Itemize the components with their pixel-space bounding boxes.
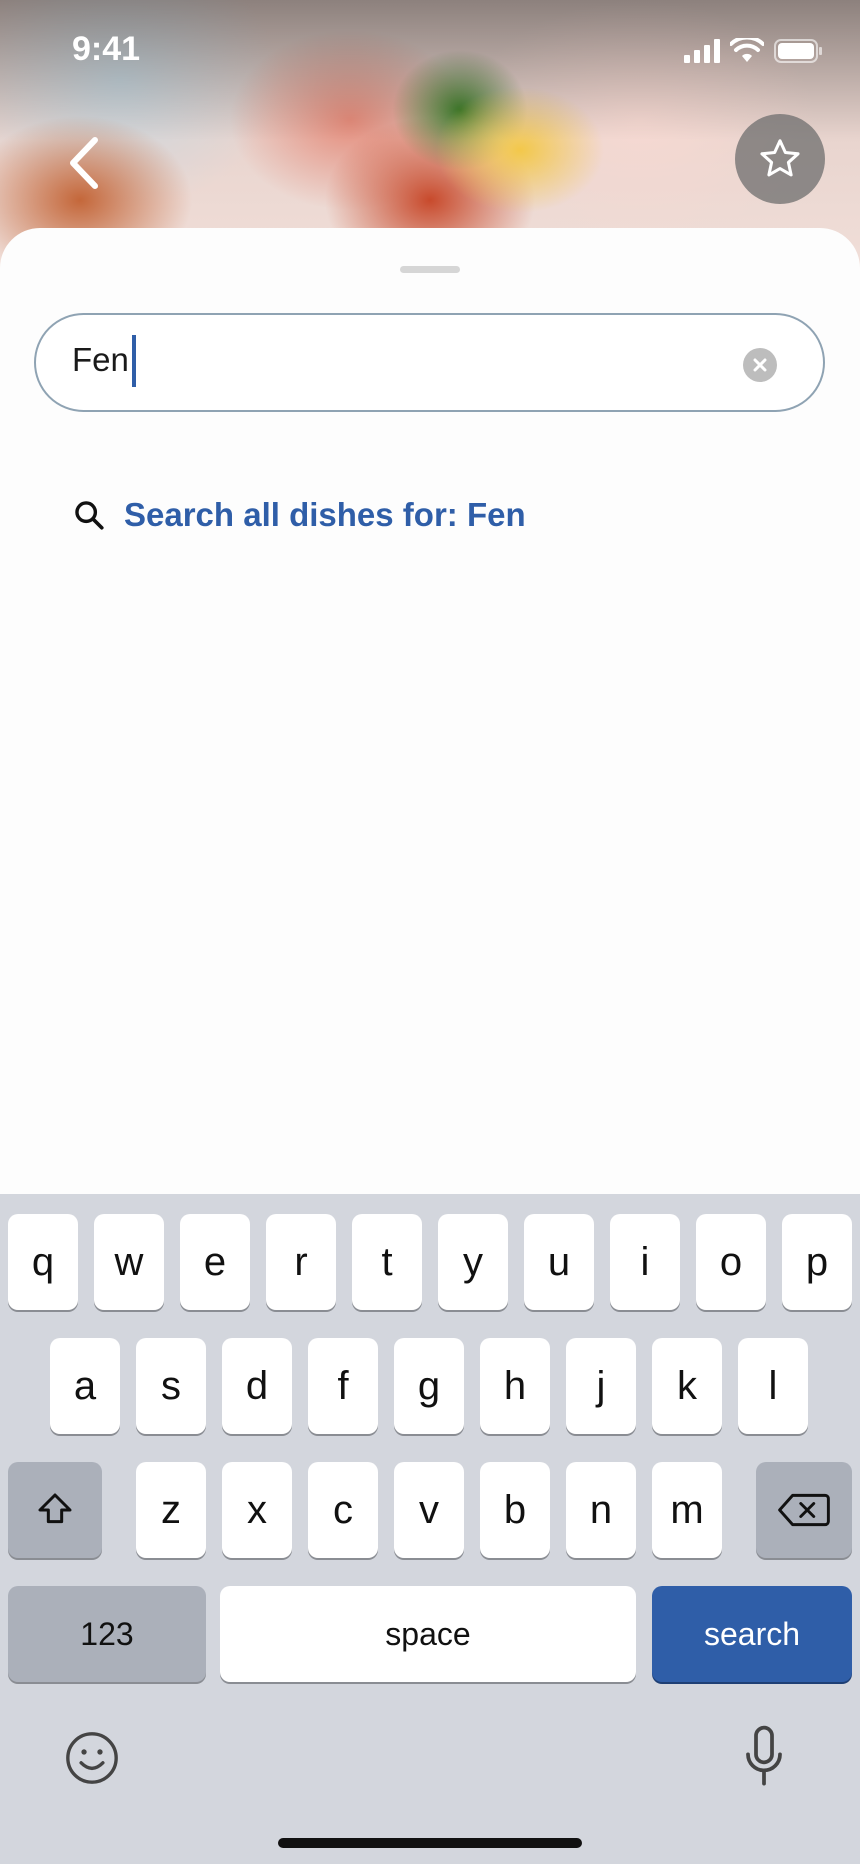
key-c[interactable]: c	[308, 1462, 378, 1558]
microphone-icon	[746, 1725, 782, 1786]
back-button[interactable]	[56, 128, 112, 198]
key-b[interactable]: b	[480, 1462, 550, 1558]
key-q[interactable]: q	[8, 1214, 78, 1310]
chevron-left-icon	[70, 137, 98, 189]
key-d[interactable]: d	[222, 1338, 292, 1434]
key-z[interactable]: z	[136, 1462, 206, 1558]
key-g[interactable]: g	[394, 1338, 464, 1434]
shift-key[interactable]	[8, 1462, 102, 1558]
suggestion-label: Search all dishes for: Fen	[124, 496, 526, 533]
numbers-key[interactable]: 123	[8, 1586, 206, 1682]
delete-key[interactable]	[756, 1462, 852, 1558]
space-key[interactable]: space	[220, 1586, 636, 1682]
status-time: 9:41	[72, 30, 141, 68]
key-y[interactable]: y	[438, 1214, 508, 1310]
star-icon	[760, 139, 800, 177]
dictation-button[interactable]	[734, 1724, 794, 1790]
status-icons	[684, 38, 824, 64]
close-icon	[753, 358, 767, 372]
search-key[interactable]: search	[652, 1586, 852, 1682]
wifi-icon	[730, 38, 764, 62]
key-h[interactable]: h	[480, 1338, 550, 1434]
text-caret	[132, 335, 136, 387]
key-p[interactable]: p	[782, 1214, 852, 1310]
home-indicator	[278, 1838, 582, 1848]
key-e[interactable]: e	[180, 1214, 250, 1310]
clear-search-button[interactable]	[743, 348, 777, 382]
sheet-handle[interactable]	[400, 266, 460, 273]
shift-icon	[38, 1493, 72, 1524]
keyboard: q w e r t y u i o p a s d f g h j k l z …	[0, 1194, 860, 1864]
status-bar: 9:41	[0, 0, 860, 104]
key-f[interactable]: f	[308, 1338, 378, 1434]
signal-icon	[684, 39, 720, 63]
battery-icon	[774, 39, 822, 63]
search-all-suggestion[interactable]: Search all dishes for: Fen	[72, 496, 526, 534]
key-v[interactable]: v	[394, 1462, 464, 1558]
key-k[interactable]: k	[652, 1338, 722, 1434]
backspace-icon	[778, 1493, 830, 1527]
emoji-icon	[66, 1732, 118, 1784]
search-input[interactable]: Fen	[34, 313, 825, 412]
key-r[interactable]: r	[266, 1214, 336, 1310]
key-n[interactable]: n	[566, 1462, 636, 1558]
key-w[interactable]: w	[94, 1214, 164, 1310]
key-j[interactable]: j	[566, 1338, 636, 1434]
key-l[interactable]: l	[738, 1338, 808, 1434]
search-input-value: Fen	[72, 341, 129, 378]
key-m[interactable]: m	[652, 1462, 722, 1558]
search-icon	[75, 501, 104, 530]
emoji-button[interactable]	[62, 1728, 122, 1788]
key-a[interactable]: a	[50, 1338, 120, 1434]
key-o[interactable]: o	[696, 1214, 766, 1310]
key-u[interactable]: u	[524, 1214, 594, 1310]
key-i[interactable]: i	[610, 1214, 680, 1310]
key-t[interactable]: t	[352, 1214, 422, 1310]
key-x[interactable]: x	[222, 1462, 292, 1558]
favorite-button[interactable]	[735, 114, 825, 204]
key-s[interactable]: s	[136, 1338, 206, 1434]
